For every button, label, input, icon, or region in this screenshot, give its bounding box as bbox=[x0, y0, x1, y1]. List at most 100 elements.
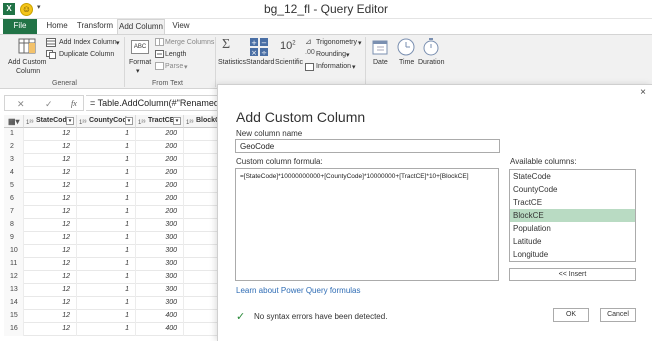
cell-statecode[interactable]: 12 bbox=[24, 245, 77, 258]
cell-countycode[interactable]: 1 bbox=[77, 154, 136, 167]
cell-tractce[interactable]: 200 bbox=[136, 141, 184, 154]
table-row[interactable]: 15 12 1 400 bbox=[4, 310, 230, 323]
cell-countycode[interactable]: 1 bbox=[77, 141, 136, 154]
tab-transform[interactable]: Transform bbox=[76, 19, 114, 34]
cell-countycode[interactable]: 1 bbox=[77, 167, 136, 180]
available-column-item[interactable]: StateCode bbox=[510, 170, 635, 183]
cell-statecode[interactable]: 12 bbox=[24, 310, 77, 323]
table-row[interactable]: 1 12 1 200 bbox=[4, 128, 230, 141]
fx-icon[interactable]: fx bbox=[71, 99, 77, 108]
quick-access-dropdown-icon[interactable]: ▾ bbox=[37, 3, 41, 11]
row-number[interactable]: 9 bbox=[4, 232, 24, 245]
row-number[interactable]: 2 bbox=[4, 141, 24, 154]
cell-statecode[interactable]: 12 bbox=[24, 219, 77, 232]
cell-statecode[interactable]: 12 bbox=[24, 180, 77, 193]
cell-countycode[interactable]: 1 bbox=[77, 206, 136, 219]
table-row[interactable]: 4 12 1 200 bbox=[4, 167, 230, 180]
row-number[interactable]: 10 bbox=[4, 245, 24, 258]
cell-statecode[interactable]: 12 bbox=[24, 193, 77, 206]
table-row[interactable]: 8 12 1 300 bbox=[4, 219, 230, 232]
cell-tractce[interactable]: 200 bbox=[136, 206, 184, 219]
cell-countycode[interactable]: 1 bbox=[77, 271, 136, 284]
cell-countycode[interactable]: 1 bbox=[77, 284, 136, 297]
learn-formulas-link[interactable]: Learn about Power Query formulas bbox=[236, 286, 361, 295]
cancel-button[interactable]: Cancel bbox=[600, 308, 636, 322]
row-number[interactable]: 14 bbox=[4, 297, 24, 310]
cell-statecode[interactable]: 12 bbox=[24, 258, 77, 271]
cell-tractce[interactable]: 400 bbox=[136, 310, 184, 323]
custom-column-formula-input[interactable]: =[StateCode]*10000000000+[CountyCode]*10… bbox=[235, 168, 499, 281]
cell-statecode[interactable]: 12 bbox=[24, 167, 77, 180]
available-column-item[interactable]: TractCE bbox=[510, 196, 635, 209]
ok-button[interactable]: OK bbox=[553, 308, 589, 322]
cell-tractce[interactable]: 300 bbox=[136, 271, 184, 284]
table-row[interactable]: 16 12 1 400 bbox=[4, 323, 230, 336]
cell-countycode[interactable]: 1 bbox=[77, 310, 136, 323]
available-column-item[interactable]: BlockCE bbox=[510, 209, 635, 222]
cell-tractce[interactable]: 200 bbox=[136, 154, 184, 167]
row-number[interactable]: 16 bbox=[4, 323, 24, 336]
filter-dropdown-icon[interactable]: ▾ bbox=[66, 117, 74, 125]
cell-statecode[interactable]: 12 bbox=[24, 206, 77, 219]
cell-countycode[interactable]: 1 bbox=[77, 297, 136, 310]
table-menu-corner[interactable]: ▦▾ bbox=[4, 115, 24, 128]
table-row[interactable]: 10 12 1 300 bbox=[4, 245, 230, 258]
table-row[interactable]: 2 12 1 200 bbox=[4, 141, 230, 154]
cell-tractce[interactable]: 200 bbox=[136, 167, 184, 180]
cell-tractce[interactable]: 200 bbox=[136, 193, 184, 206]
tab-view[interactable]: View bbox=[169, 19, 193, 34]
cell-tractce[interactable]: 300 bbox=[136, 219, 184, 232]
available-column-item[interactable]: CountyCode bbox=[510, 183, 635, 196]
filter-dropdown-icon[interactable]: ▾ bbox=[125, 117, 133, 125]
insert-button[interactable]: << Insert bbox=[509, 268, 636, 281]
cell-tractce[interactable]: 300 bbox=[136, 284, 184, 297]
cell-countycode[interactable]: 1 bbox=[77, 232, 136, 245]
row-number[interactable]: 1 bbox=[4, 128, 24, 141]
column-header-statecode[interactable]: 1²³ StateCode ▾ bbox=[24, 115, 77, 128]
confirm-formula-icon[interactable]: ✓ bbox=[45, 99, 53, 110]
formula-input[interactable]: = Table.AddColumn(#"Renamed C bbox=[86, 95, 230, 111]
cell-countycode[interactable]: 1 bbox=[77, 258, 136, 271]
send-feedback-smiley-icon[interactable]: ☺ bbox=[20, 3, 33, 16]
tab-add-column[interactable]: Add Column bbox=[117, 19, 165, 34]
cell-tractce[interactable]: 200 bbox=[136, 128, 184, 141]
cell-countycode[interactable]: 1 bbox=[77, 219, 136, 232]
cell-countycode[interactable]: 1 bbox=[77, 323, 136, 336]
row-number[interactable]: 7 bbox=[4, 206, 24, 219]
column-header-countycode[interactable]: 1²³ CountyCode ▾ bbox=[77, 115, 136, 128]
table-row[interactable]: 3 12 1 200 bbox=[4, 154, 230, 167]
filter-dropdown-icon[interactable]: ▾ bbox=[173, 117, 181, 125]
table-row[interactable]: 6 12 1 200 bbox=[4, 193, 230, 206]
cell-statecode[interactable]: 12 bbox=[24, 323, 77, 336]
row-number[interactable]: 6 bbox=[4, 193, 24, 206]
cell-tractce[interactable]: 400 bbox=[136, 323, 184, 336]
row-number[interactable]: 3 bbox=[4, 154, 24, 167]
cell-tractce[interactable]: 200 bbox=[136, 180, 184, 193]
available-column-item[interactable]: Population bbox=[510, 222, 635, 235]
cell-countycode[interactable]: 1 bbox=[77, 193, 136, 206]
cell-statecode[interactable]: 12 bbox=[24, 154, 77, 167]
cell-tractce[interactable]: 300 bbox=[136, 232, 184, 245]
column-header-tractce[interactable]: 1²³ TractCE ▾ bbox=[136, 115, 184, 128]
available-columns-list[interactable]: StateCode CountyCode TractCE BlockCE Populat… bbox=[509, 169, 636, 262]
cell-tractce[interactable]: 300 bbox=[136, 258, 184, 271]
table-row[interactable]: 14 12 1 300 bbox=[4, 297, 230, 310]
cell-statecode[interactable]: 12 bbox=[24, 297, 77, 310]
available-column-item[interactable]: Latitude bbox=[510, 235, 635, 248]
cancel-formula-icon[interactable]: ✕ bbox=[17, 99, 25, 110]
new-column-name-input[interactable] bbox=[235, 139, 500, 153]
table-row[interactable]: 11 12 1 300 bbox=[4, 258, 230, 271]
table-row[interactable]: 9 12 1 300 bbox=[4, 232, 230, 245]
row-number[interactable]: 8 bbox=[4, 219, 24, 232]
dialog-close-icon[interactable]: × bbox=[640, 87, 646, 98]
cell-countycode[interactable]: 1 bbox=[77, 128, 136, 141]
row-number[interactable]: 4 bbox=[4, 167, 24, 180]
cell-countycode[interactable]: 1 bbox=[77, 180, 136, 193]
table-row[interactable]: 13 12 1 300 bbox=[4, 284, 230, 297]
row-number[interactable]: 15 bbox=[4, 310, 24, 323]
table-row[interactable]: 12 12 1 300 bbox=[4, 271, 230, 284]
row-number[interactable]: 13 bbox=[4, 284, 24, 297]
cell-tractce[interactable]: 300 bbox=[136, 297, 184, 310]
row-number[interactable]: 12 bbox=[4, 271, 24, 284]
available-column-item[interactable]: Longitude bbox=[510, 248, 635, 261]
